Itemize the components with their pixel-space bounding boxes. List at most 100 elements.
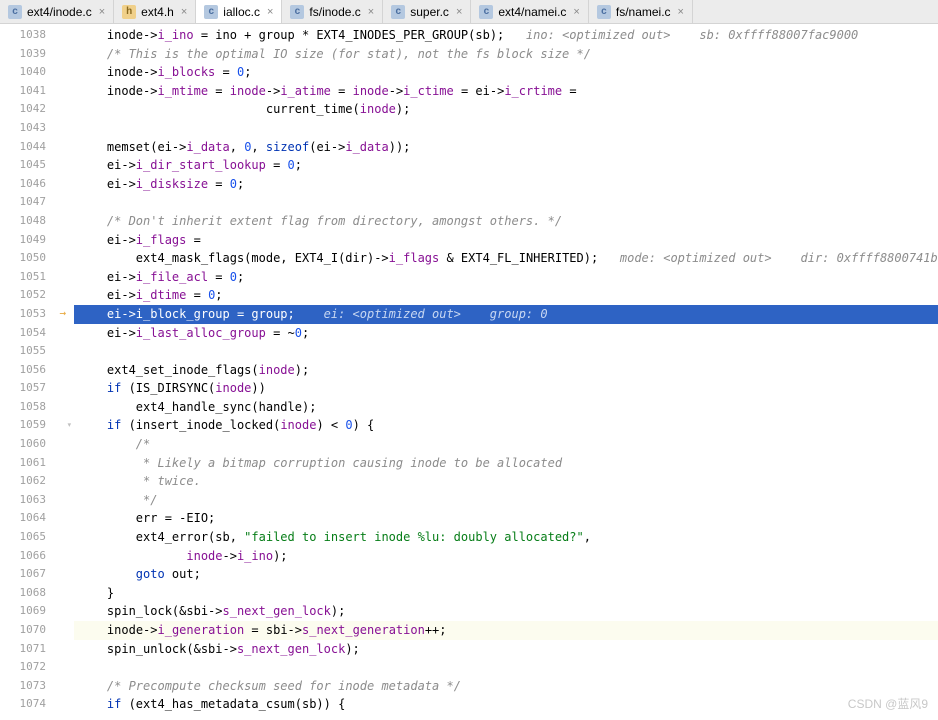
code-line[interactable]: if (insert_inode_locked(inode) < 0) { xyxy=(74,416,938,435)
gutter: 1038103910401041104210431044104510461047… xyxy=(0,24,74,720)
line-number: 1064 xyxy=(0,509,74,528)
line-number: 1044 xyxy=(0,138,74,157)
line-number: 1063 xyxy=(0,491,74,510)
code-line[interactable]: */ xyxy=(74,491,938,510)
code-line[interactable]: spin_unlock(&sbi->s_next_gen_lock); xyxy=(74,640,938,659)
code-line[interactable]: ei->i_block_group = group; ei: <optimize… xyxy=(74,305,938,324)
tab-ext4-namei-c[interactable]: c ext4/namei.c × xyxy=(471,0,588,23)
close-icon[interactable]: × xyxy=(368,6,374,18)
line-number: 1060 xyxy=(0,435,74,454)
code-line[interactable]: * Likely a bitmap corruption causing ino… xyxy=(74,454,938,473)
line-number: 1054 xyxy=(0,324,74,343)
code-line[interactable]: ei->i_file_acl = 0; xyxy=(74,268,938,287)
line-number: 1057 xyxy=(0,379,74,398)
line-number: 1052 xyxy=(0,286,74,305)
c-file-icon: c xyxy=(290,5,304,19)
code-line[interactable]: err = -EIO; xyxy=(74,509,938,528)
code-line[interactable]: spin_lock(&sbi->s_next_gen_lock); xyxy=(74,602,938,621)
close-icon[interactable]: × xyxy=(456,6,462,18)
line-number: 1048 xyxy=(0,212,74,231)
tab-ialloc-c[interactable]: cialloc.c× xyxy=(196,0,282,23)
line-number: 1053→ xyxy=(0,305,74,324)
code-line[interactable]: memset(ei->i_data, 0, sizeof(ei->i_data)… xyxy=(74,138,938,157)
code-line[interactable]: /* xyxy=(74,435,938,454)
line-number: 1041 xyxy=(0,82,74,101)
code-line[interactable]: ext4_set_inode_flags(inode); xyxy=(74,361,938,380)
code-line[interactable]: current_time(inode); xyxy=(74,100,938,119)
close-icon[interactable]: × xyxy=(267,6,273,18)
tab-ext4-h[interactable]: h ext4.h × xyxy=(114,0,196,23)
code-line[interactable]: * twice. xyxy=(74,472,938,491)
line-number: 1049 xyxy=(0,231,74,250)
code-line[interactable]: ei->i_flags = xyxy=(74,231,938,250)
tab-label: ext4/namei.c xyxy=(498,5,566,19)
c-file-icon: c xyxy=(204,5,218,19)
tab-fs-namei-c[interactable]: c fs/namei.c × xyxy=(589,0,693,23)
code-line[interactable]: ei->i_dir_start_lookup = 0; xyxy=(74,156,938,175)
line-number: 1065 xyxy=(0,528,74,547)
line-number: 1074 xyxy=(0,695,74,714)
line-number: 1068 xyxy=(0,584,74,603)
code-line[interactable] xyxy=(74,342,938,361)
c-file-icon: c xyxy=(391,5,405,19)
line-number: 1062 xyxy=(0,472,74,491)
line-number: 1046 xyxy=(0,175,74,194)
code-line[interactable]: ei->i_last_alloc_group = ~0; xyxy=(74,324,938,343)
line-number: 1072 xyxy=(0,658,74,677)
line-number: 1042 xyxy=(0,100,74,119)
code-line[interactable]: inode->i_blocks = 0; xyxy=(74,63,938,82)
line-number: 1040 xyxy=(0,63,74,82)
tab-fs-inode-c[interactable]: cfs/inode.c× xyxy=(282,0,383,23)
code-line[interactable]: ext4_error(sb, "failed to insert inode %… xyxy=(74,528,938,547)
close-icon[interactable]: × xyxy=(573,6,579,18)
line-number: 1050 xyxy=(0,249,74,268)
line-number: 1067 xyxy=(0,565,74,584)
line-number: 1039 xyxy=(0,45,74,64)
line-number: 1071 xyxy=(0,640,74,659)
h-file-icon: h xyxy=(122,5,136,19)
tab-bar: cext4/inode.c×hext4.h×cialloc.c×cfs/inod… xyxy=(0,0,938,24)
fold-chevron-icon[interactable]: ▾ xyxy=(67,416,72,435)
line-number: 1066 xyxy=(0,547,74,566)
line-number: 1058 xyxy=(0,398,74,417)
code-area[interactable]: inode->i_ino = ino + group * EXT4_INODES… xyxy=(74,24,938,720)
code-line[interactable] xyxy=(74,658,938,677)
code-line[interactable]: } xyxy=(74,584,938,603)
code-line[interactable]: ei->i_disksize = 0; xyxy=(74,175,938,194)
code-line[interactable]: inode->i_ino = ino + group * EXT4_INODES… xyxy=(74,26,938,45)
tab-label: fs/namei.c xyxy=(616,5,671,19)
close-icon[interactable]: × xyxy=(181,6,187,18)
line-number: 1070 xyxy=(0,621,74,640)
code-line[interactable] xyxy=(74,119,938,138)
code-line[interactable]: if (IS_DIRSYNC(inode)) xyxy=(74,379,938,398)
execution-pointer-icon: → xyxy=(59,305,66,324)
line-number: 1056 xyxy=(0,361,74,380)
code-line[interactable]: ext4_mask_flags(mode, EXT4_I(dir)->i_fla… xyxy=(74,249,938,268)
c-file-icon: c xyxy=(8,5,22,19)
code-line[interactable]: goto out; xyxy=(74,565,938,584)
close-icon[interactable]: × xyxy=(99,6,105,18)
watermark: CSDN @蓝风9 xyxy=(848,695,928,712)
c-file-icon: c xyxy=(597,5,611,19)
close-icon[interactable]: × xyxy=(678,6,684,18)
code-line[interactable]: if (ext4_has_metadata_csum(sb)) { xyxy=(74,695,938,714)
editor: 1038103910401041104210431044104510461047… xyxy=(0,24,938,720)
code-line[interactable]: /* Don't inherit extent flag from direct… xyxy=(74,212,938,231)
tab-label: ext4.h xyxy=(141,5,174,19)
line-number: 1045 xyxy=(0,156,74,175)
code-line[interactable]: /* This is the optimal IO size (for stat… xyxy=(74,45,938,64)
code-line[interactable]: inode->i_ino); xyxy=(74,547,938,566)
code-line[interactable] xyxy=(74,193,938,212)
tab-label: super.c xyxy=(410,5,449,19)
code-line[interactable]: ei->i_dtime = 0; xyxy=(74,286,938,305)
code-line[interactable]: ext4_handle_sync(handle); xyxy=(74,398,938,417)
line-number: 1038 xyxy=(0,26,74,45)
tab-ext4-inode-c[interactable]: cext4/inode.c× xyxy=(0,0,114,23)
c-file-icon: c xyxy=(479,5,493,19)
code-line[interactable]: inode->i_mtime = inode->i_atime = inode-… xyxy=(74,82,938,101)
code-line[interactable]: /* Precompute checksum seed for inode me… xyxy=(74,677,938,696)
code-line[interactable]: inode->i_generation = sbi->s_next_genera… xyxy=(74,621,938,640)
tab-super-c[interactable]: c super.c × xyxy=(383,0,471,23)
line-number: 1061 xyxy=(0,454,74,473)
line-number: 1059▾ xyxy=(0,416,74,435)
